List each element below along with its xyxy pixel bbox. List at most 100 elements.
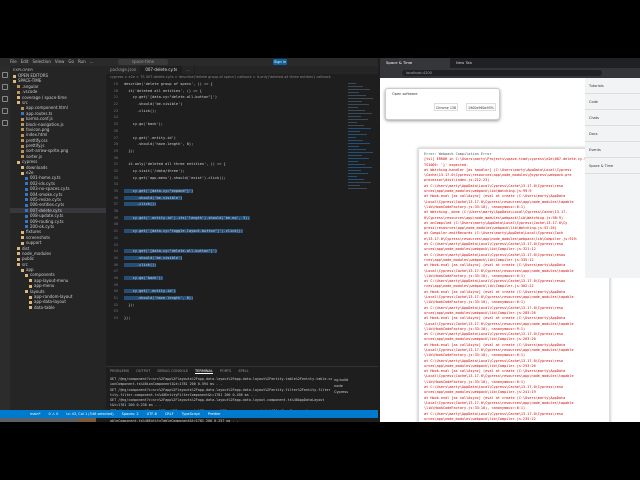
code-line[interactable]: 39 cy.get('.entity-id').its('length').sh… [106,215,346,222]
breadcrumb[interactable]: cypress > e2e > TS 007-delete.cy.ts > de… [106,74,378,80]
line-number: 33 [113,175,118,180]
address-bar[interactable]: localhost:4200 [402,70,602,76]
minimap-line [348,82,356,84]
panel-tab[interactable]: TERMINAL [195,369,213,374]
minimap[interactable] [346,81,378,366]
explorer-icon[interactable] [2,72,8,78]
side-panel-item[interactable]: Events [585,142,640,158]
sign-in-button[interactable]: Sign in [273,59,287,65]
editor-tab[interactable]: package.json [106,66,142,74]
panel-tab[interactable]: PROBLEMS [110,369,129,373]
code-line[interactable]: 23 .click(); [106,108,346,115]
dialog-resolution-button[interactable]: 1900x960x95% [466,103,496,111]
run-debug-icon[interactable] [2,108,8,114]
status-item[interactable]: UTF-8 [147,412,157,416]
status-item[interactable]: 0 ⚠ 0 [49,412,59,416]
code-line[interactable]: 24 [106,114,346,121]
line-number: 41 [113,229,118,234]
code-line[interactable]: 25 cy.go('back'); [106,121,346,128]
panel-tabs: PROBLEMS OUTPUT DEBUG CONSOLE TERMINAL PORTS… [106,367,378,375]
extensions-icon[interactable] [2,120,8,126]
panel-tab[interactable]: PORTS [220,369,231,373]
side-panel-item[interactable]: Code [585,94,640,110]
code-line[interactable]: 29 }); [106,148,346,155]
code-line[interactable]: 38 [106,208,346,215]
code-editor[interactable]: package.json 007-delete.cy.ts... cypress … [106,66,378,366]
menu-item[interactable]: Selection [32,59,50,64]
code-line[interactable]: 19 describe('delete group of specs', () =… [106,81,346,88]
code-line[interactable]: 21 cy.get('[data-cy="delete-all-button"]… [106,94,346,101]
code-line[interactable]: 22 .should('be.visible') [106,101,346,108]
code-line[interactable]: 34 [106,181,346,188]
code-line[interactable]: 51 .should('have.length', 0); [106,295,346,302]
code-line[interactable]: 32 cy.visit('/data/three'); [106,168,346,175]
code-line[interactable]: 28 .should('have.length', 0); [106,141,346,148]
browser-tab[interactable]: New Tab [450,58,520,68]
line-text: .should('have.length', 0); [124,296,194,300]
panel-tab[interactable]: OUTPUT [136,369,150,373]
panel-tab[interactable]: DEBUG CONSOLE [157,369,188,373]
side-panel-item[interactable]: Docs [585,126,640,142]
menu-item[interactable]: Run [78,59,86,64]
code-line[interactable]: 52 }); [106,302,346,309]
side-panel-item[interactable]: Tutorials [585,78,640,94]
status-item[interactable]: CRLF [165,412,174,416]
editor-tab[interactable]: ... [182,66,196,74]
file-tree-item[interactable]: data-table [10,305,106,310]
line-text: it('deleted all entities', () => { [124,88,202,93]
code-line[interactable]: 45 .should('be.visible') [106,255,346,262]
menu-item[interactable]: View [55,59,65,64]
terminal-instance[interactable]: Cypress [334,389,378,395]
side-panel-item[interactable]: Space & Time [585,158,640,174]
status-item[interactable]: Prettier [208,412,221,416]
menu-item[interactable]: ... [90,59,94,64]
search-icon[interactable] [2,84,8,90]
status-item[interactable]: main* [30,412,41,416]
chrome-side-panel: Tutorials Code Chats Docs Events Space & Time [585,78,640,278]
code-line[interactable]: 49 [106,282,346,289]
code-line[interactable]: 37 .click(); [106,201,346,208]
code-line[interactable]: 33 cy.get('app-menu').should('exist').cl… [106,175,346,182]
code-line[interactable]: 20 it('deleted all entities', () => { [106,88,346,95]
menu-item[interactable]: Go [68,59,74,64]
source-control-icon[interactable] [2,96,8,102]
menu-item[interactable]: Edit [21,59,29,64]
file-icon [21,149,24,153]
code-line[interactable]: 53 [106,308,346,315]
code-line[interactable]: 35 cy.get('[data-cy="expand"]') [106,188,346,195]
code-line[interactable]: 48 cy.go('back'); [106,275,346,282]
code-line[interactable]: 46 .click(); [106,262,346,269]
code-line[interactable]: 50 cy.get('.entity-id') [106,288,346,295]
code-line[interactable]: 42 [106,235,346,242]
code-line[interactable]: 54}); [106,315,346,322]
line-number: 43 [113,242,118,247]
code-line[interactable]: 47 [106,268,346,275]
line-number: 20 [113,88,118,93]
code-line[interactable]: 31 it.only('deleted all three entities',… [106,161,346,168]
file-icon [21,123,24,127]
code-line[interactable]: 30 [106,155,346,162]
code-lines[interactable]: 19 describe('delete group of specs', () =… [106,81,346,322]
menu-item[interactable]: File [10,59,17,64]
status-item[interactable]: Spaces: 2 [122,412,139,416]
file-tree-label: fixtures [26,229,42,235]
code-line[interactable]: 36 .should('be.visible') [106,195,346,202]
line-text: cy.get('[data-cy="toggle-layout-button"]… [124,229,243,234]
code-line[interactable]: 44 cy.get('[data-cy="delete-all-button"]… [106,248,346,255]
side-panel-item[interactable]: Chats [585,110,640,126]
code-line[interactable]: 43 [106,242,346,249]
command-center-search[interactable]: space-time [118,59,168,65]
status-item[interactable]: Ln 43, Col 1 (546 selected) [66,412,113,416]
panel-tab[interactable]: SPELL [238,369,248,373]
line-number: 40 [113,222,118,227]
status-item[interactable]: TypeScript [182,412,200,416]
editor-tab[interactable]: 007-delete.cy.ts [141,66,183,74]
minimap-line [348,103,369,105]
code-line[interactable]: 40 [106,221,346,228]
code-line[interactable]: 41 cy.get('[data-cy="toggle-layout-butto… [106,228,346,235]
browser-tab[interactable]: Space & Time [380,58,450,68]
line-number: 46 [113,262,118,267]
dialog-chrome-button[interactable]: Chrome 138 [434,103,458,111]
code-line[interactable]: 26 [106,128,346,135]
code-line[interactable]: 27 cy.get('.entity-id') [106,135,346,142]
